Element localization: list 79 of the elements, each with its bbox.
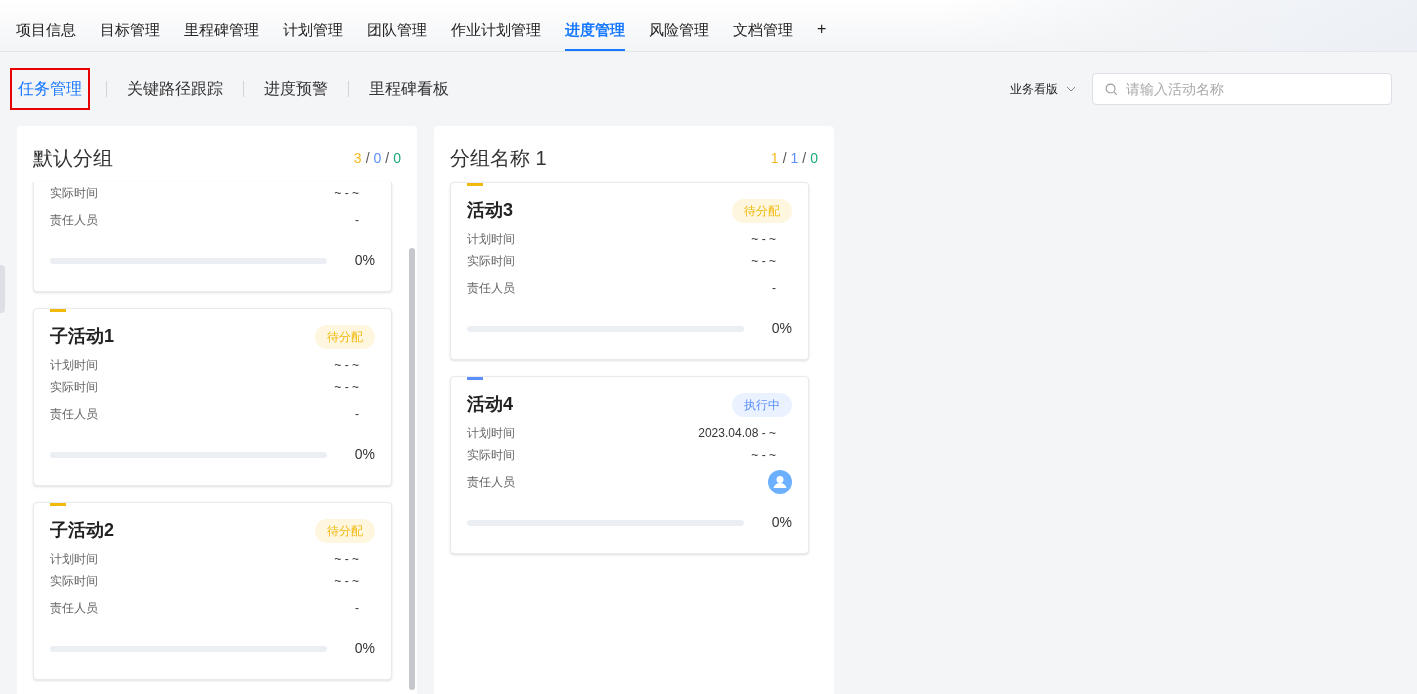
card-title: 子活动2 <box>50 519 114 542</box>
sub-tab[interactable]: 里程碑看板 <box>365 77 453 101</box>
field-value: ~ - ~ <box>334 573 359 590</box>
task-card[interactable]: 活动4 执行中 计划时间 2023.04.08 - ~ 实际时间 ~ - ~ 责任人员 0% <box>450 376 809 554</box>
field-value: - <box>772 280 776 297</box>
user-avatar-icon <box>768 470 792 494</box>
field-label: 实际时间 <box>50 379 98 396</box>
field-value: 2023.04.08 - ~ <box>698 425 776 442</box>
progress-percent: 0% <box>771 319 792 338</box>
field-value: - <box>355 406 359 423</box>
chevron-down-icon <box>1066 86 1076 92</box>
field-label: 实际时间 <box>50 573 98 590</box>
progress-percent: 0% <box>354 445 375 464</box>
search-icon <box>1105 82 1118 96</box>
field-label: 计划时间 <box>50 551 98 568</box>
nav-tab[interactable]: 项目信息 <box>16 18 76 51</box>
field-label: 责任人员 <box>50 600 98 617</box>
status-count: 3 <box>353 148 362 168</box>
search-input[interactable]: 请输入活动名称 <box>1126 78 1379 100</box>
nav-tab[interactable]: 团队管理 <box>367 18 427 51</box>
field-value: ~ - ~ <box>751 253 776 270</box>
search-field[interactable]: 请输入活动名称 <box>1092 73 1392 105</box>
task-card[interactable]: 子活动2 待分配 计划时间 ~ - ~ 实际时间 ~ - ~ 责任人员 - 0% <box>33 502 392 680</box>
field-value: ~ - ~ <box>334 379 359 396</box>
status-tag: 执行中 <box>732 392 792 417</box>
status-count: 1 <box>770 148 779 168</box>
count-separator: / <box>385 148 390 168</box>
count-separator: / <box>782 148 787 168</box>
status-tag: 待分配 <box>315 324 375 349</box>
progress-percent: 0% <box>354 639 375 658</box>
field-value: ~ - ~ <box>751 231 776 248</box>
nav-tab[interactable]: 计划管理 <box>283 18 343 51</box>
add-tab-button[interactable]: + <box>817 17 827 51</box>
nav-tab[interactable]: 文档管理 <box>733 18 793 51</box>
status-count: 0 <box>373 148 382 168</box>
field-value: ~ - ~ <box>334 185 359 202</box>
field-value: ~ - ~ <box>751 447 776 464</box>
count-separator: / <box>802 148 807 168</box>
field-label: 实际时间 <box>467 253 515 270</box>
nav-tab[interactable]: 里程碑管理 <box>184 18 259 51</box>
nav-tab[interactable]: 进度管理 <box>565 18 625 51</box>
task-card[interactable]: 实际时间 ~ - ~ 责任人员 - 0% <box>33 182 392 292</box>
group-title: 分组名称 1 <box>450 146 547 171</box>
field-label: 计划时间 <box>467 425 515 442</box>
progress-percent: 0% <box>354 251 375 270</box>
field-value: ~ - ~ <box>334 357 359 374</box>
group-title: 默认分组 <box>33 146 113 171</box>
view-dropdown[interactable]: 业务看版 <box>1010 80 1076 98</box>
task-card[interactable]: 子活动1 待分配 计划时间 ~ - ~ 实际时间 ~ - ~ 责任人员 - 0% <box>33 308 392 486</box>
field-label: 责任人员 <box>467 474 515 491</box>
progress-percent: 0% <box>771 513 792 532</box>
field-label: 责任人员 <box>50 212 98 229</box>
status-tag: 待分配 <box>315 518 375 543</box>
task-card[interactable]: 活动3 待分配 计划时间 ~ - ~ 实际时间 ~ - ~ 责任人员 - 0% <box>450 182 809 360</box>
status-count: 1 <box>790 148 799 168</box>
field-value: ~ - ~ <box>334 551 359 568</box>
field-label: 实际时间 <box>50 185 98 202</box>
collapse-handle[interactable] <box>0 265 5 313</box>
field-label: 计划时间 <box>50 357 98 374</box>
card-title: 活动3 <box>467 199 513 222</box>
nav-tab[interactable]: 风险管理 <box>649 18 709 51</box>
card-title: 活动4 <box>467 393 513 416</box>
card-title: 子活动1 <box>50 325 114 348</box>
field-label: 实际时间 <box>467 447 515 464</box>
field-value: - <box>355 600 359 617</box>
field-value: - <box>355 212 359 229</box>
status-count: 0 <box>393 148 401 168</box>
count-separator: / <box>365 148 370 168</box>
nav-tab[interactable]: 目标管理 <box>100 18 160 51</box>
status-count: 0 <box>810 148 818 168</box>
field-label: 责任人员 <box>50 406 98 423</box>
status-tag: 待分配 <box>732 198 792 223</box>
nav-tab[interactable]: 作业计划管理 <box>451 18 541 51</box>
sub-tab[interactable]: 进度预警 <box>260 77 332 101</box>
field-label: 责任人员 <box>467 280 515 297</box>
scrollbar[interactable] <box>409 248 415 690</box>
sub-tab[interactable]: 任务管理 <box>10 68 90 110</box>
sub-tab[interactable]: 关键路径跟踪 <box>123 77 227 101</box>
field-label: 计划时间 <box>467 231 515 248</box>
